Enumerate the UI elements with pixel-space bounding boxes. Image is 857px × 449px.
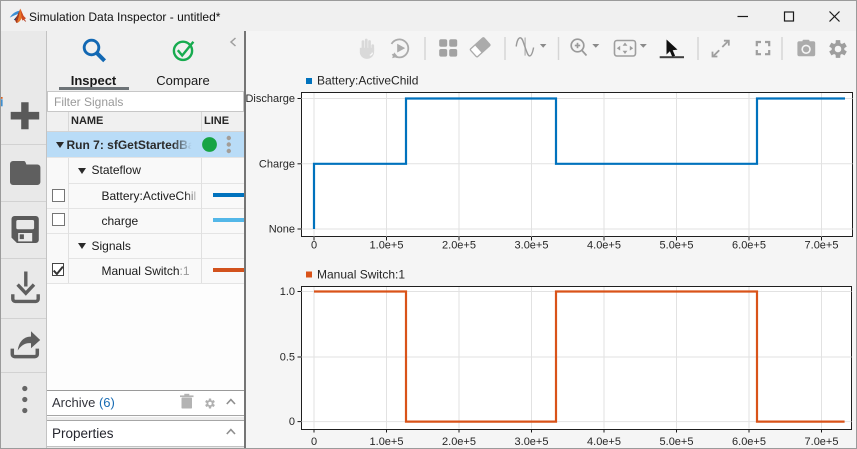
svg-text:0.5: 0.5 (280, 352, 295, 364)
svg-text:1.0e+5: 1.0e+5 (370, 240, 404, 252)
svg-text:Manual Switch:1: Manual Switch:1 (317, 268, 405, 282)
svg-text:0: 0 (289, 416, 295, 428)
svg-text:6.0e+5: 6.0e+5 (732, 436, 766, 448)
svg-text:5.0e+5: 5.0e+5 (660, 436, 694, 448)
svg-text:4.0e+5: 4.0e+5 (587, 436, 621, 448)
svg-text:Discharge: Discharge (245, 93, 295, 105)
svg-text:5.0e+5: 5.0e+5 (660, 240, 694, 252)
svg-text:2.0e+5: 2.0e+5 (442, 436, 476, 448)
svg-text:None: None (269, 224, 295, 236)
svg-text:0: 0 (311, 240, 317, 252)
svg-text:6.0e+5: 6.0e+5 (732, 240, 766, 252)
svg-text:3.0e+5: 3.0e+5 (515, 436, 549, 448)
svg-text:2.0e+5: 2.0e+5 (442, 240, 476, 252)
svg-text:4.0e+5: 4.0e+5 (587, 240, 621, 252)
svg-text:Charge: Charge (259, 158, 295, 170)
svg-text:1.0e+5: 1.0e+5 (370, 436, 404, 448)
svg-text:7.0e+5: 7.0e+5 (805, 240, 839, 252)
svg-text:Battery:ActiveChild: Battery:ActiveChild (317, 74, 418, 88)
svg-text:0: 0 (311, 436, 317, 448)
svg-text:1.0: 1.0 (280, 286, 295, 298)
svg-text:7.0e+5: 7.0e+5 (805, 436, 839, 448)
svg-text:3.0e+5: 3.0e+5 (515, 240, 549, 252)
